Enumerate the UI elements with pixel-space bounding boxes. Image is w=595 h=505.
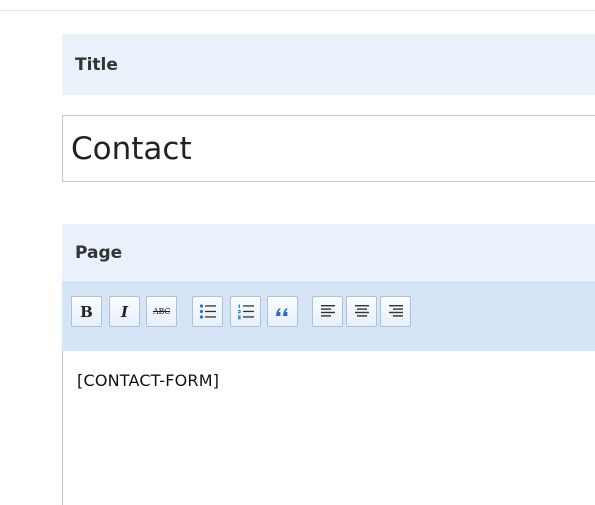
align-center-button[interactable] bbox=[346, 296, 377, 327]
title-input[interactable] bbox=[62, 115, 595, 182]
strikethrough-icon: ABC bbox=[152, 307, 171, 316]
blockquote-button[interactable] bbox=[267, 296, 298, 327]
italic-icon: I bbox=[120, 302, 129, 321]
strikethrough-button[interactable]: ABC bbox=[146, 296, 177, 327]
bold-button[interactable]: B bbox=[71, 296, 102, 327]
italic-button[interactable]: I bbox=[109, 296, 140, 327]
bullet-list-icon bbox=[199, 304, 216, 319]
blockquote-icon bbox=[276, 307, 288, 316]
page-section-header: Page bbox=[62, 224, 595, 282]
align-center-icon bbox=[354, 305, 369, 317]
page-content-text: [CONTACT-FORM] bbox=[77, 371, 220, 390]
numbered-list-icon bbox=[238, 304, 254, 320]
bullet-list-button[interactable] bbox=[192, 296, 223, 327]
numbered-list-button[interactable] bbox=[230, 296, 261, 327]
align-left-button[interactable] bbox=[312, 296, 343, 327]
title-label: Title bbox=[75, 54, 118, 75]
align-right-button[interactable] bbox=[380, 296, 411, 327]
title-section-header: Title bbox=[62, 34, 595, 95]
align-right-icon bbox=[388, 305, 403, 317]
bold-icon: B bbox=[80, 302, 93, 321]
align-left-icon bbox=[320, 305, 335, 317]
page-label: Page bbox=[75, 243, 123, 263]
page-content-editor[interactable]: [CONTACT-FORM] bbox=[62, 351, 595, 505]
editor-toolbar: B I ABC bbox=[62, 282, 595, 351]
top-divider bbox=[0, 10, 595, 11]
